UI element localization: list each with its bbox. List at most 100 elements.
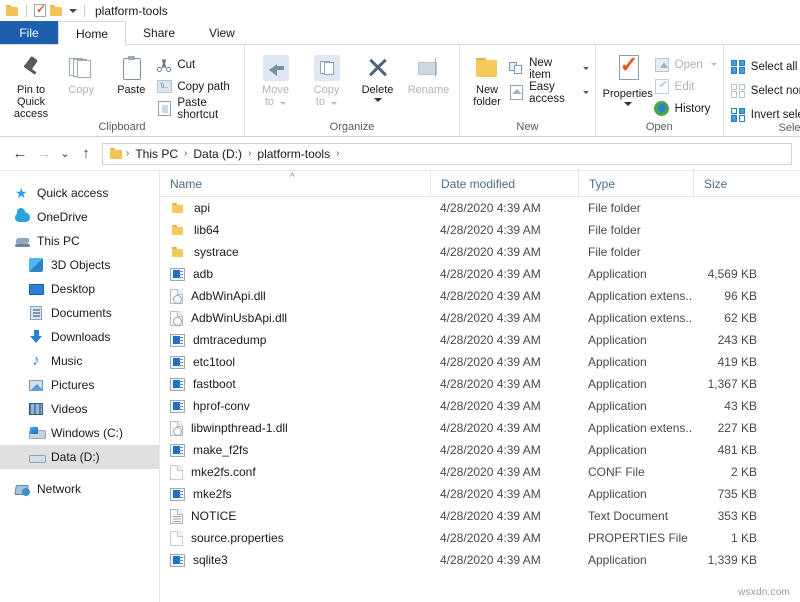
new-item-button[interactable]: New item <box>508 57 589 81</box>
paste-button[interactable]: Paste <box>106 51 156 96</box>
sidebar-item-3d-objects[interactable]: 3D Objects <box>0 253 159 277</box>
table-row[interactable]: adb 4/28/2020 4:39 AM Application 4,569 … <box>160 263 800 285</box>
sidebar-item-quick-access[interactable]: ★ Quick access <box>0 181 159 205</box>
copy-to-button[interactable]: Copy to <box>302 51 351 108</box>
copy-path-button[interactable]: \\.. Copy path <box>156 78 238 95</box>
sidebar-item-network[interactable]: Network <box>0 477 159 501</box>
sidebar-item-this-pc[interactable]: This PC <box>0 229 159 253</box>
table-row[interactable]: etc1tool 4/28/2020 4:39 AM Application 4… <box>160 351 800 373</box>
sidebar-item-desktop[interactable]: Desktop <box>0 277 159 301</box>
sidebar-item-pictures[interactable]: Pictures <box>0 373 159 397</box>
folder-icon[interactable] <box>6 5 19 16</box>
tab-home[interactable]: Home <box>58 21 127 45</box>
move-to-button[interactable]: Move to <box>251 51 300 108</box>
column-header-name-label: Name <box>170 176 203 191</box>
breadcrumb[interactable]: › This PC › Data (D:) › platform-tools › <box>102 142 792 165</box>
sidebar-item-windows-c[interactable]: Windows (C:) <box>0 421 159 445</box>
sidebar-item-data-d[interactable]: Data (D:) <box>0 445 159 469</box>
rename-label: Rename <box>407 84 450 96</box>
pin-to-quick-access-button[interactable]: Pin to Quick access <box>6 51 56 120</box>
table-row[interactable]: AdbWinUsbApi.dll 4/28/2020 4:39 AM Appli… <box>160 307 800 329</box>
copy-button[interactable]: Copy <box>56 51 106 96</box>
open-caret-icon[interactable] <box>710 63 717 66</box>
cut-label: Cut <box>177 58 196 71</box>
easy-access-caret-icon[interactable] <box>582 91 589 94</box>
new-item-caret-icon[interactable] <box>582 67 589 70</box>
select-all-label: Select all <box>750 60 798 73</box>
delete-button[interactable]: Delete <box>353 51 402 102</box>
paste-shortcut-button[interactable]: Paste shortcut <box>156 97 238 121</box>
delete-caret-icon[interactable] <box>373 98 382 102</box>
open-button[interactable]: Open <box>654 56 717 73</box>
tab-file[interactable]: File <box>0 21 58 44</box>
column-header-size[interactable]: Size <box>693 170 777 197</box>
file-name: AdbWinUsbApi.dll <box>191 311 288 325</box>
easy-access-button[interactable]: Easy access <box>508 81 589 105</box>
table-row[interactable]: mke2fs.conf 4/28/2020 4:39 AM CONF File … <box>160 461 800 483</box>
tab-share[interactable]: Share <box>126 21 192 44</box>
sidebar-item-downloads[interactable]: Downloads <box>0 325 159 349</box>
file-date: 4/28/2020 4:39 AM <box>440 465 541 479</box>
properties-caret-icon[interactable] <box>623 102 632 106</box>
table-row[interactable]: libwinpthread-1.dll 4/28/2020 4:39 AM Ap… <box>160 417 800 439</box>
table-row[interactable]: sqlite3 4/28/2020 4:39 AM Application 1,… <box>160 549 800 571</box>
file-list-pane: Name ^ Date modified Type Size api 4/28/… <box>160 170 800 602</box>
sidebar-item-music[interactable]: ♪ Music <box>0 349 159 373</box>
table-row[interactable]: fastboot 4/28/2020 4:39 AM Application 1… <box>160 373 800 395</box>
table-row[interactable]: make_f2fs 4/28/2020 4:39 AM Application … <box>160 439 800 461</box>
file-type: Application extens... <box>588 289 693 303</box>
cut-button[interactable]: Cut <box>156 56 238 73</box>
select-none-button[interactable]: Select none <box>730 82 800 99</box>
new-folder-button[interactable]: New folder <box>466 51 508 108</box>
sidebar-label: This PC <box>37 234 80 248</box>
tab-view[interactable]: View <box>192 21 252 44</box>
select-all-button[interactable]: Select all <box>730 58 800 75</box>
sidebar-item-videos[interactable]: Videos <box>0 397 159 421</box>
breadcrumb-platform-tools[interactable]: platform-tools <box>254 147 333 161</box>
table-row[interactable]: api 4/28/2020 4:39 AM File folder <box>160 197 800 219</box>
open-small-buttons: Open Edit History <box>654 51 717 117</box>
copy-icon <box>68 55 94 81</box>
star-icon: ★ <box>15 185 28 201</box>
sidebar-item-onedrive[interactable]: OneDrive <box>0 205 159 229</box>
column-header-date-modified[interactable]: Date modified <box>430 170 578 197</box>
column-header-type[interactable]: Type <box>578 170 693 197</box>
rename-button[interactable]: Rename <box>404 51 453 96</box>
table-row[interactable]: hprof-conv 4/28/2020 4:39 AM Application… <box>160 395 800 417</box>
breadcrumb-this-pc[interactable]: This PC <box>132 147 181 161</box>
new-folder-icon[interactable] <box>50 5 63 16</box>
table-row[interactable]: AdbWinApi.dll 4/28/2020 4:39 AM Applicat… <box>160 285 800 307</box>
file-size: 735 KB <box>717 487 757 501</box>
table-row[interactable]: mke2fs 4/28/2020 4:39 AM Application 735… <box>160 483 800 505</box>
edit-icon <box>654 79 670 95</box>
column-header-name[interactable]: Name ^ <box>160 171 430 197</box>
recent-locations-button[interactable]: ⌄ <box>56 142 74 166</box>
properties-button[interactable]: Properties <box>602 51 654 106</box>
up-button[interactable]: ↑ <box>74 142 98 166</box>
music-icon: ♪ <box>32 352 40 369</box>
sidebar-label: OneDrive <box>37 210 88 224</box>
sidebar-item-documents[interactable]: Documents <box>0 301 159 325</box>
properties-icon[interactable] <box>34 2 46 17</box>
sidebar-label: Pictures <box>51 378 95 392</box>
breadcrumb-data-d[interactable]: Data (D:) <box>190 147 245 161</box>
back-button[interactable]: ← <box>8 142 32 166</box>
table-row[interactable]: source.properties 4/28/2020 4:39 AM PROP… <box>160 527 800 549</box>
forward-button[interactable]: → <box>32 142 56 166</box>
file-name: mke2fs <box>193 487 232 501</box>
copy-to-caret-icon[interactable] <box>331 102 338 105</box>
customize-caret-icon[interactable] <box>69 8 77 13</box>
table-row[interactable]: lib64 4/28/2020 4:39 AM File folder <box>160 219 800 241</box>
table-row[interactable]: systrace 4/28/2020 4:39 AM File folder <box>160 241 800 263</box>
table-row[interactable]: dmtracedump 4/28/2020 4:39 AM Applicatio… <box>160 329 800 351</box>
sidebar-label: 3D Objects <box>51 258 111 272</box>
table-row[interactable]: NOTICE 4/28/2020 4:39 AM Text Document 3… <box>160 505 800 527</box>
copy-to-icon <box>313 55 340 81</box>
history-button[interactable]: History <box>654 100 717 117</box>
file-name: etc1tool <box>193 355 236 369</box>
move-to-caret-icon[interactable] <box>280 102 287 105</box>
invert-selection-button[interactable]: Invert selection <box>730 106 800 123</box>
file-date: 4/28/2020 4:39 AM <box>440 377 541 391</box>
edit-button[interactable]: Edit <box>654 78 717 95</box>
file-size: 1 KB <box>730 531 757 545</box>
